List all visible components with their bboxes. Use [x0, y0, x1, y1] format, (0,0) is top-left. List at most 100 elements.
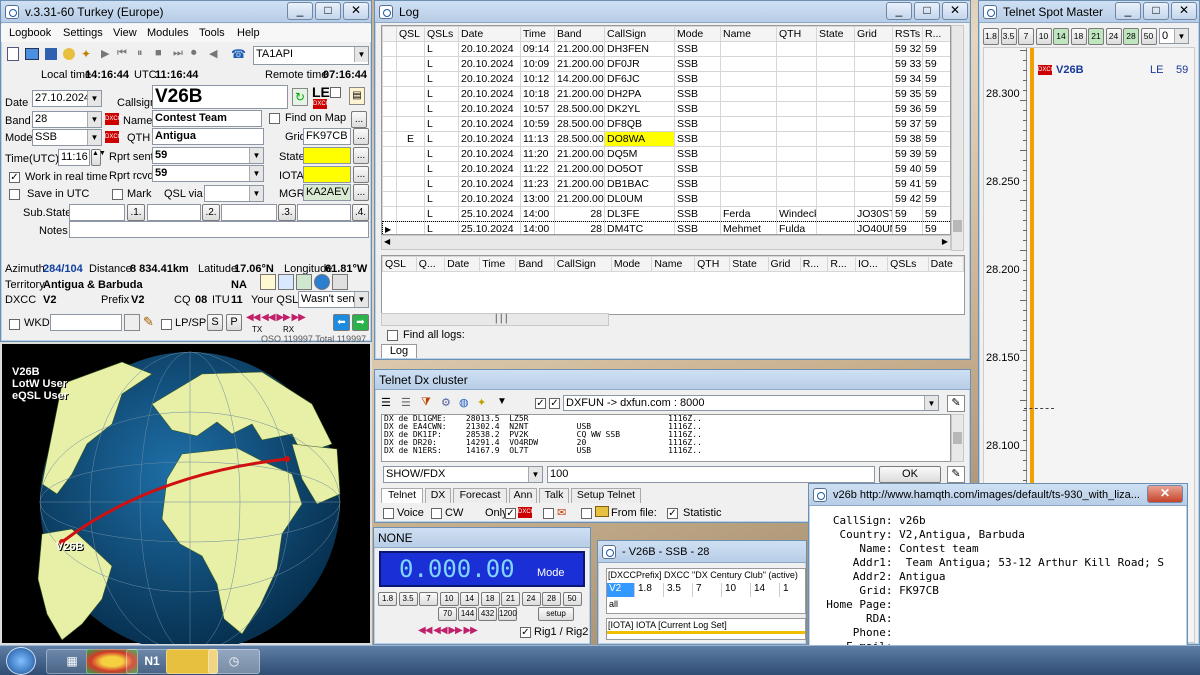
spot-band-button[interactable]: 14 — [1053, 28, 1069, 45]
log-col-header[interactable]: QSL — [396, 26, 425, 42]
log-col-header[interactable]: CallSign — [604, 26, 675, 42]
log-minimize-button[interactable]: _ — [886, 2, 912, 20]
spot-callsign[interactable]: V26B — [1056, 64, 1084, 76]
web-icon[interactable] — [314, 274, 330, 290]
state-more-button[interactable]: ... — [353, 147, 369, 164]
state-field[interactable] — [303, 147, 351, 164]
log-col-header[interactable]: QTH — [776, 26, 817, 42]
log-row-selector[interactable] — [382, 116, 397, 132]
cluster-tab[interactable]: Forecast — [453, 488, 507, 503]
fast-forward-icon[interactable]: ✦ — [81, 47, 91, 61]
log-vscroll[interactable] — [951, 25, 964, 251]
lower-col-header[interactable]: Band — [515, 256, 555, 272]
wkd-field[interactable] — [50, 314, 122, 331]
find-on-map-checkbox[interactable] — [269, 113, 280, 124]
iota-field[interactable] — [303, 166, 351, 183]
log-row-selector[interactable]: ▶ — [382, 221, 397, 234]
qth-field[interactable]: Antigua — [152, 128, 264, 145]
qsl-card-icon[interactable] — [260, 274, 276, 290]
qsl-via-field[interactable] — [204, 185, 264, 202]
arrow-left-button[interactable]: ⬅ — [333, 314, 350, 331]
date-field[interactable]: 27.10.2024 — [32, 90, 102, 107]
cluster-tab[interactable]: Telnet — [381, 488, 423, 503]
menu-view[interactable]: View — [113, 27, 137, 39]
maximize-button[interactable]: □ — [315, 2, 341, 20]
prev-icon[interactable]: ◀ — [209, 47, 217, 60]
spot-close-button[interactable]: ✕ — [1171, 2, 1197, 20]
callbook-close-button[interactable]: ✕ — [1147, 485, 1183, 503]
substate-field-3[interactable] — [221, 204, 277, 221]
edit-icon[interactable] — [63, 48, 75, 60]
log-row[interactable]: E L 20.10.2024 11:13 28.500.00 DO8WA SSB 59 38 5… — [382, 131, 950, 147]
cluster-edit2-icon[interactable]: ✎ — [947, 466, 965, 483]
p-button[interactable]: P — [226, 314, 242, 331]
mgr-more-button[interactable]: ... — [353, 184, 369, 201]
le-checkbox[interactable] — [330, 87, 341, 98]
radio-setup-button[interactable]: setup — [538, 607, 574, 621]
cluster-vscroll[interactable] — [951, 414, 964, 462]
lower-hscroll[interactable]: │││ — [381, 313, 609, 326]
log-col-header[interactable]: RSTs — [892, 26, 923, 42]
lower-col-header[interactable]: Grid — [767, 256, 801, 272]
substate-field-2[interactable] — [147, 204, 201, 221]
rprt-rcvd-field[interactable]: 59 — [152, 165, 264, 182]
radio-band-button[interactable]: 10 — [439, 592, 459, 606]
your-qsl-select[interactable]: Wasn't sent — [298, 291, 369, 308]
spot-band-button[interactable]: 24 — [1105, 28, 1122, 45]
radio-band-button[interactable]: 1200 — [498, 607, 517, 621]
pause-icon[interactable]: ⏸ — [137, 47, 143, 60]
mode-select[interactable]: SSB — [32, 129, 102, 146]
substate-button-2[interactable]: .2. — [202, 204, 220, 221]
grid-field[interactable]: FK97CB — [303, 128, 351, 145]
name-field[interactable]: Contest Team — [152, 110, 262, 127]
time-spinner[interactable]: ▲▼ — [91, 149, 106, 166]
work-realtime-checkbox[interactable]: ✓ — [9, 172, 20, 183]
cluster-checkbox-2[interactable]: ✓ — [549, 398, 560, 409]
voice-checkbox[interactable] — [383, 508, 394, 519]
disconnect-icon[interactable]: ☰ — [401, 396, 411, 409]
log-row[interactable]: L 20.10.2024 09:14 21.200.00 DH3FEN SSB 59 32 5… — [382, 41, 950, 57]
time-field[interactable]: 11:16 — [58, 149, 90, 166]
broom-icon[interactable]: ✎ — [143, 314, 154, 330]
save-icon[interactable] — [45, 48, 57, 60]
radio-band-button[interactable]: 24 — [521, 592, 541, 606]
menu-settings[interactable]: Settings — [63, 27, 103, 39]
radio-band-button[interactable]: 144 — [458, 607, 477, 621]
log-col-header[interactable]: State — [816, 26, 855, 42]
rig-icon[interactable]: ☎ — [231, 47, 246, 61]
spot-band-button[interactable]: 3.5 — [1000, 28, 1017, 45]
cluster-tab[interactable]: DX — [425, 488, 451, 503]
s-button[interactable]: S — [207, 314, 223, 331]
folder-icon[interactable] — [595, 506, 609, 517]
log-row-selector[interactable] — [382, 56, 397, 72]
rig-checkbox[interactable]: ✓ — [520, 627, 531, 638]
taskbar-log-app-icon[interactable]: ◷ — [208, 649, 260, 674]
spot-band-button[interactable]: 21 — [1088, 28, 1104, 45]
log-row[interactable]: L 20.10.2024 13:00 21.200.00 DL0UM SSB 59 42 59 — [382, 191, 950, 207]
menu-help[interactable]: Help — [237, 27, 260, 39]
log-row-selector[interactable] — [382, 206, 397, 222]
lower-col-header[interactable]: IO... — [854, 256, 889, 272]
radio-band-button[interactable]: 70 — [438, 607, 457, 621]
spot-minimize-button[interactable]: _ — [1115, 2, 1141, 20]
cluster-server-select[interactable]: DXFUN -> dxfun.com : 8000 — [563, 395, 939, 411]
substate-button-3[interactable]: .3. — [278, 204, 296, 221]
skip-back-icon[interactable]: ⏮ — [117, 47, 127, 60]
cluster-line[interactable]: DX de N1ERS: 14167.9 OL7T USB 1116Z.. — [384, 447, 950, 455]
clear-icon[interactable]: ✦ — [477, 396, 486, 409]
cw-macros-icon[interactable]: ◀◀ ◀◀ ▶▶ ▶▶ — [246, 312, 306, 323]
lower-col-header[interactable]: Name — [651, 256, 696, 272]
photo-icon[interactable] — [332, 274, 348, 290]
lower-col-header[interactable]: State — [729, 256, 769, 272]
log-row[interactable]: L 20.10.2024 10:18 21.200.00 DH2PA SSB 59 35 59 — [382, 86, 950, 102]
open-icon[interactable] — [25, 48, 39, 60]
lower-col-header[interactable]: Q... — [415, 256, 446, 272]
log-row-selector[interactable] — [382, 86, 397, 102]
radio-band-button[interactable]: 432 — [478, 607, 497, 621]
log-row[interactable]: L 20.10.2024 11:22 21.200.00 DO5OT SSB 59 40 59 — [382, 161, 950, 177]
radio-controls-icon[interactable]: ◀◀ ◀◀ ▶▶ ▶▶ — [418, 625, 478, 636]
dropdown-arrow-icon[interactable]: ▼ — [497, 396, 507, 407]
substate-field-1[interactable] — [69, 204, 125, 221]
spot-band-button[interactable]: 1.8 — [983, 28, 999, 45]
band-select[interactable]: 28 — [32, 111, 102, 128]
